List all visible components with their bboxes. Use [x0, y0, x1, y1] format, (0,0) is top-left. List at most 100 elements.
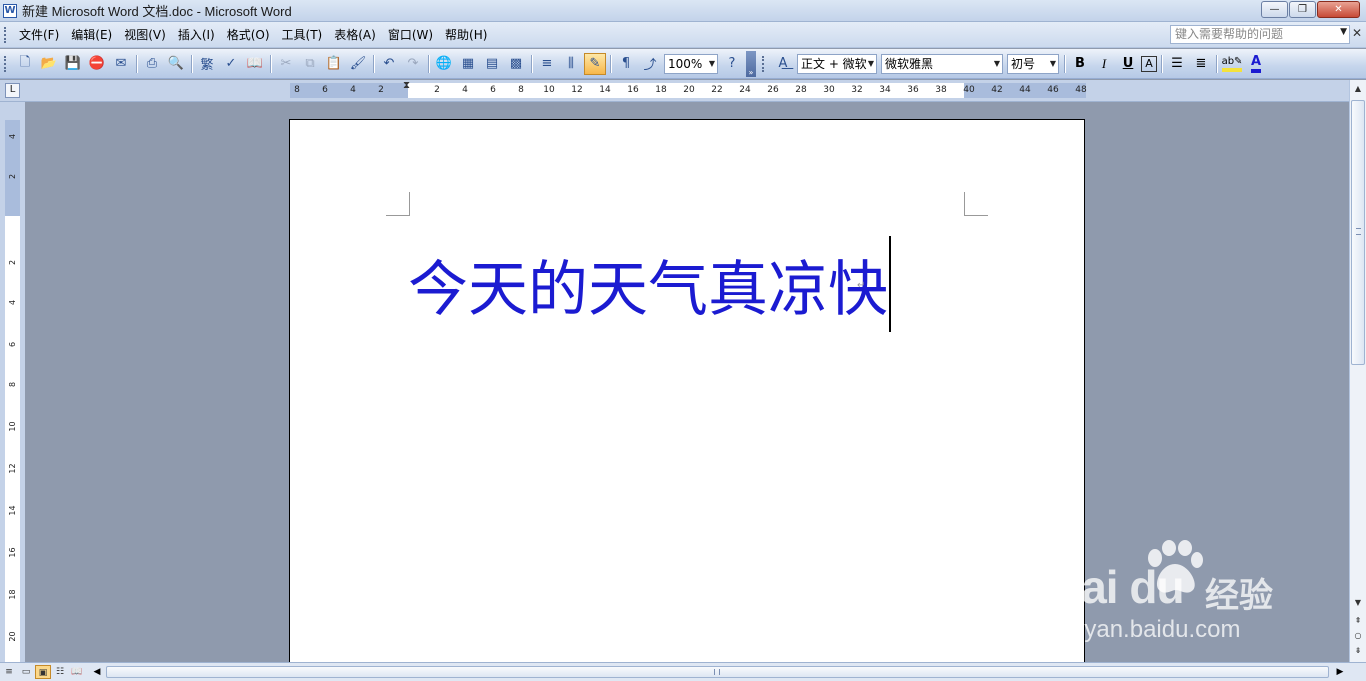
highlight-icon[interactable]: ab✎ [1221, 53, 1243, 75]
columns-icon[interactable]: ≡ [536, 53, 558, 75]
styles-pane-icon[interactable]: A͟ [772, 53, 794, 75]
menu-insert[interactable]: 插入(I) [172, 25, 221, 45]
insert-excel-icon[interactable]: ▩ [505, 53, 527, 75]
scroll-right-icon[interactable]: ▶ [1333, 665, 1347, 679]
scroll-down-icon[interactable]: ▼ [1350, 596, 1366, 610]
previous-page-icon[interactable]: ⇞ [1350, 614, 1366, 628]
style-value: 正文 + 微软 [801, 56, 867, 71]
toolbar-separator [373, 54, 374, 73]
indent-marker[interactable]: ⧗ [403, 80, 413, 102]
doc-map-icon[interactable]: ✎ [584, 52, 606, 75]
reading-layout-icon[interactable]: 📖 [69, 665, 85, 679]
menu-file[interactable]: 文件(F) [13, 25, 65, 45]
ruler-tick-label: 30 [823, 85, 835, 95]
email-icon[interactable]: ✉ [110, 53, 132, 75]
font-size-select[interactable]: 初号 ▼ [1007, 53, 1059, 74]
menu-table[interactable]: 表格(A) [328, 25, 382, 45]
minimize-button[interactable]: — [1261, 1, 1288, 18]
copy-icon[interactable]: ⧉ [299, 53, 321, 75]
font-value: 微软雅黑 [885, 56, 934, 71]
style-select[interactable]: 正文 + 微软 ▼ [797, 53, 877, 74]
web-layout-icon[interactable]: ▭ [18, 665, 34, 679]
next-page-icon[interactable]: ⇟ [1350, 644, 1366, 658]
formatting-toolbar: A͟ 正文 + 微软 ▼ 微软雅黑 ▼ 初号 ▼ B I U A ☰ ≣ ab✎… [758, 51, 1268, 77]
close-button[interactable]: ✕ [1317, 1, 1360, 18]
scroll-up-icon[interactable]: ▲ [1350, 82, 1366, 96]
vertical-scrollbar[interactable]: ▲ ▼ ⇞ ○ ⇟ [1349, 80, 1366, 662]
scroll-left-icon[interactable]: ◀ [90, 665, 104, 679]
menu-edit[interactable]: 编辑(E) [65, 25, 118, 45]
ruler-tick-label: 10 [8, 421, 17, 432]
ruler-tick-label: 16 [627, 85, 639, 95]
permission-icon[interactable]: ⛔ [86, 53, 108, 75]
zoom-select[interactable]: 100% ▼ [664, 53, 718, 74]
insert-table-icon[interactable]: ▤ [481, 53, 503, 75]
drawing-icon[interactable]: ⫼ [560, 53, 582, 75]
save-icon[interactable]: 💾 [62, 53, 84, 75]
research-icon[interactable]: 📖 [244, 53, 266, 75]
browse-object-icon[interactable]: ○ [1350, 629, 1366, 643]
menu-window[interactable]: 窗口(W) [382, 25, 439, 45]
ruler-tick-label: 6 [8, 341, 17, 348]
ruler-tick-label: 2 [434, 85, 440, 95]
ruler-tick-label: 32 [851, 85, 863, 95]
help-icon[interactable]: ? [721, 53, 743, 75]
underline-button[interactable]: U [1117, 53, 1139, 75]
menu-tools[interactable]: 工具(T) [276, 25, 329, 45]
chevron-down-icon: ▼ [993, 58, 1000, 68]
horizontal-scroll-thumb[interactable] [106, 666, 1329, 678]
vertical-scroll-thumb[interactable] [1351, 100, 1365, 365]
normal-view-icon[interactable]: ≡ [1, 665, 17, 679]
redo-icon[interactable]: ↷ [402, 53, 424, 75]
hyperlink-icon[interactable]: 🌐 [433, 53, 455, 75]
new-icon[interactable]: 🗋 [14, 53, 36, 75]
print-layout-icon[interactable]: ▣ [35, 665, 51, 679]
help-question-input[interactable]: 键入需要帮助的问题 [1170, 25, 1350, 44]
justify-icon[interactable]: ≣ [1190, 53, 1212, 75]
horizontal-scrollbar[interactable]: ◀ ▶ [90, 665, 1347, 679]
italic-button[interactable]: I [1093, 53, 1115, 75]
toolbar-grip-handle[interactable] [762, 55, 765, 72]
help-dropdown-icon[interactable]: ▼ [1340, 27, 1347, 37]
font-color-icon[interactable]: A [1245, 53, 1267, 75]
vertical-ruler[interactable]: 4 2 2 4 6 8 10 12 14 16 18 20 [5, 120, 20, 662]
outline-view-icon[interactable]: ☷ [52, 665, 68, 679]
toolbar-options-icon[interactable]: » [746, 50, 756, 77]
tables-borders-icon[interactable]: ▦ [457, 53, 479, 75]
trad-chinese-icon[interactable]: 繁 [196, 53, 218, 75]
menu-help[interactable]: 帮助(H) [439, 25, 493, 45]
reading-icon[interactable]: ⤴ [639, 53, 661, 75]
char-border-button[interactable]: A [1141, 55, 1157, 72]
format-painter-icon[interactable]: 🖌 [347, 53, 369, 75]
menu-grip-handle[interactable] [4, 26, 7, 43]
tab-selector-button[interactable]: L [5, 83, 20, 98]
ruler-tick-label: 14 [599, 85, 611, 95]
close-document-icon[interactable]: ✕ [1352, 26, 1362, 40]
bold-button[interactable]: B [1069, 53, 1091, 75]
show-hide-icon[interactable]: ¶ [615, 53, 637, 75]
window-title: 新建 Microsoft Word 文档.doc - Microsoft Wor… [22, 4, 292, 19]
paste-icon[interactable]: 📋 [323, 53, 345, 75]
cut-icon[interactable]: ✂ [275, 53, 297, 75]
toolbar-separator [1064, 54, 1065, 73]
toolbar-grip-handle[interactable] [4, 55, 7, 72]
ruler-tick-label: 16 [8, 547, 17, 558]
document-text-line[interactable]: 今天的天气真凉快 [408, 236, 891, 332]
document-text[interactable]: 今天的天气真凉快 [408, 255, 888, 325]
ruler-tick-label: 8 [294, 85, 300, 95]
menu-view[interactable]: 视图(V) [118, 25, 172, 45]
spelling-icon[interactable]: ✓ [220, 53, 242, 75]
text-cursor [889, 236, 891, 332]
word-app-icon[interactable]: W [3, 3, 17, 18]
print-preview-icon[interactable]: 🔍 [165, 53, 187, 75]
font-select[interactable]: 微软雅黑 ▼ [881, 53, 1003, 74]
align-center-icon[interactable]: ☰ [1166, 53, 1188, 75]
document-page[interactable]: 今天的天气真凉快 ↵ [289, 119, 1085, 664]
ruler-tick-label: 26 [767, 85, 779, 95]
undo-icon[interactable]: ↶ [378, 53, 400, 75]
open-icon[interactable]: 📂 [38, 53, 60, 75]
menu-format[interactable]: 格式(O) [221, 25, 276, 45]
print-icon[interactable]: ⎙ [141, 53, 163, 75]
restore-button[interactable]: ❐ [1289, 1, 1316, 18]
standard-toolbar: 🗋 📂 💾 ⛔ ✉ ⎙ 🔍 繁 ✓ 📖 ✂ ⧉ 📋 🖌 ↶ ↷ 🌐 ▦ ▤ ▩ … [13, 51, 744, 77]
